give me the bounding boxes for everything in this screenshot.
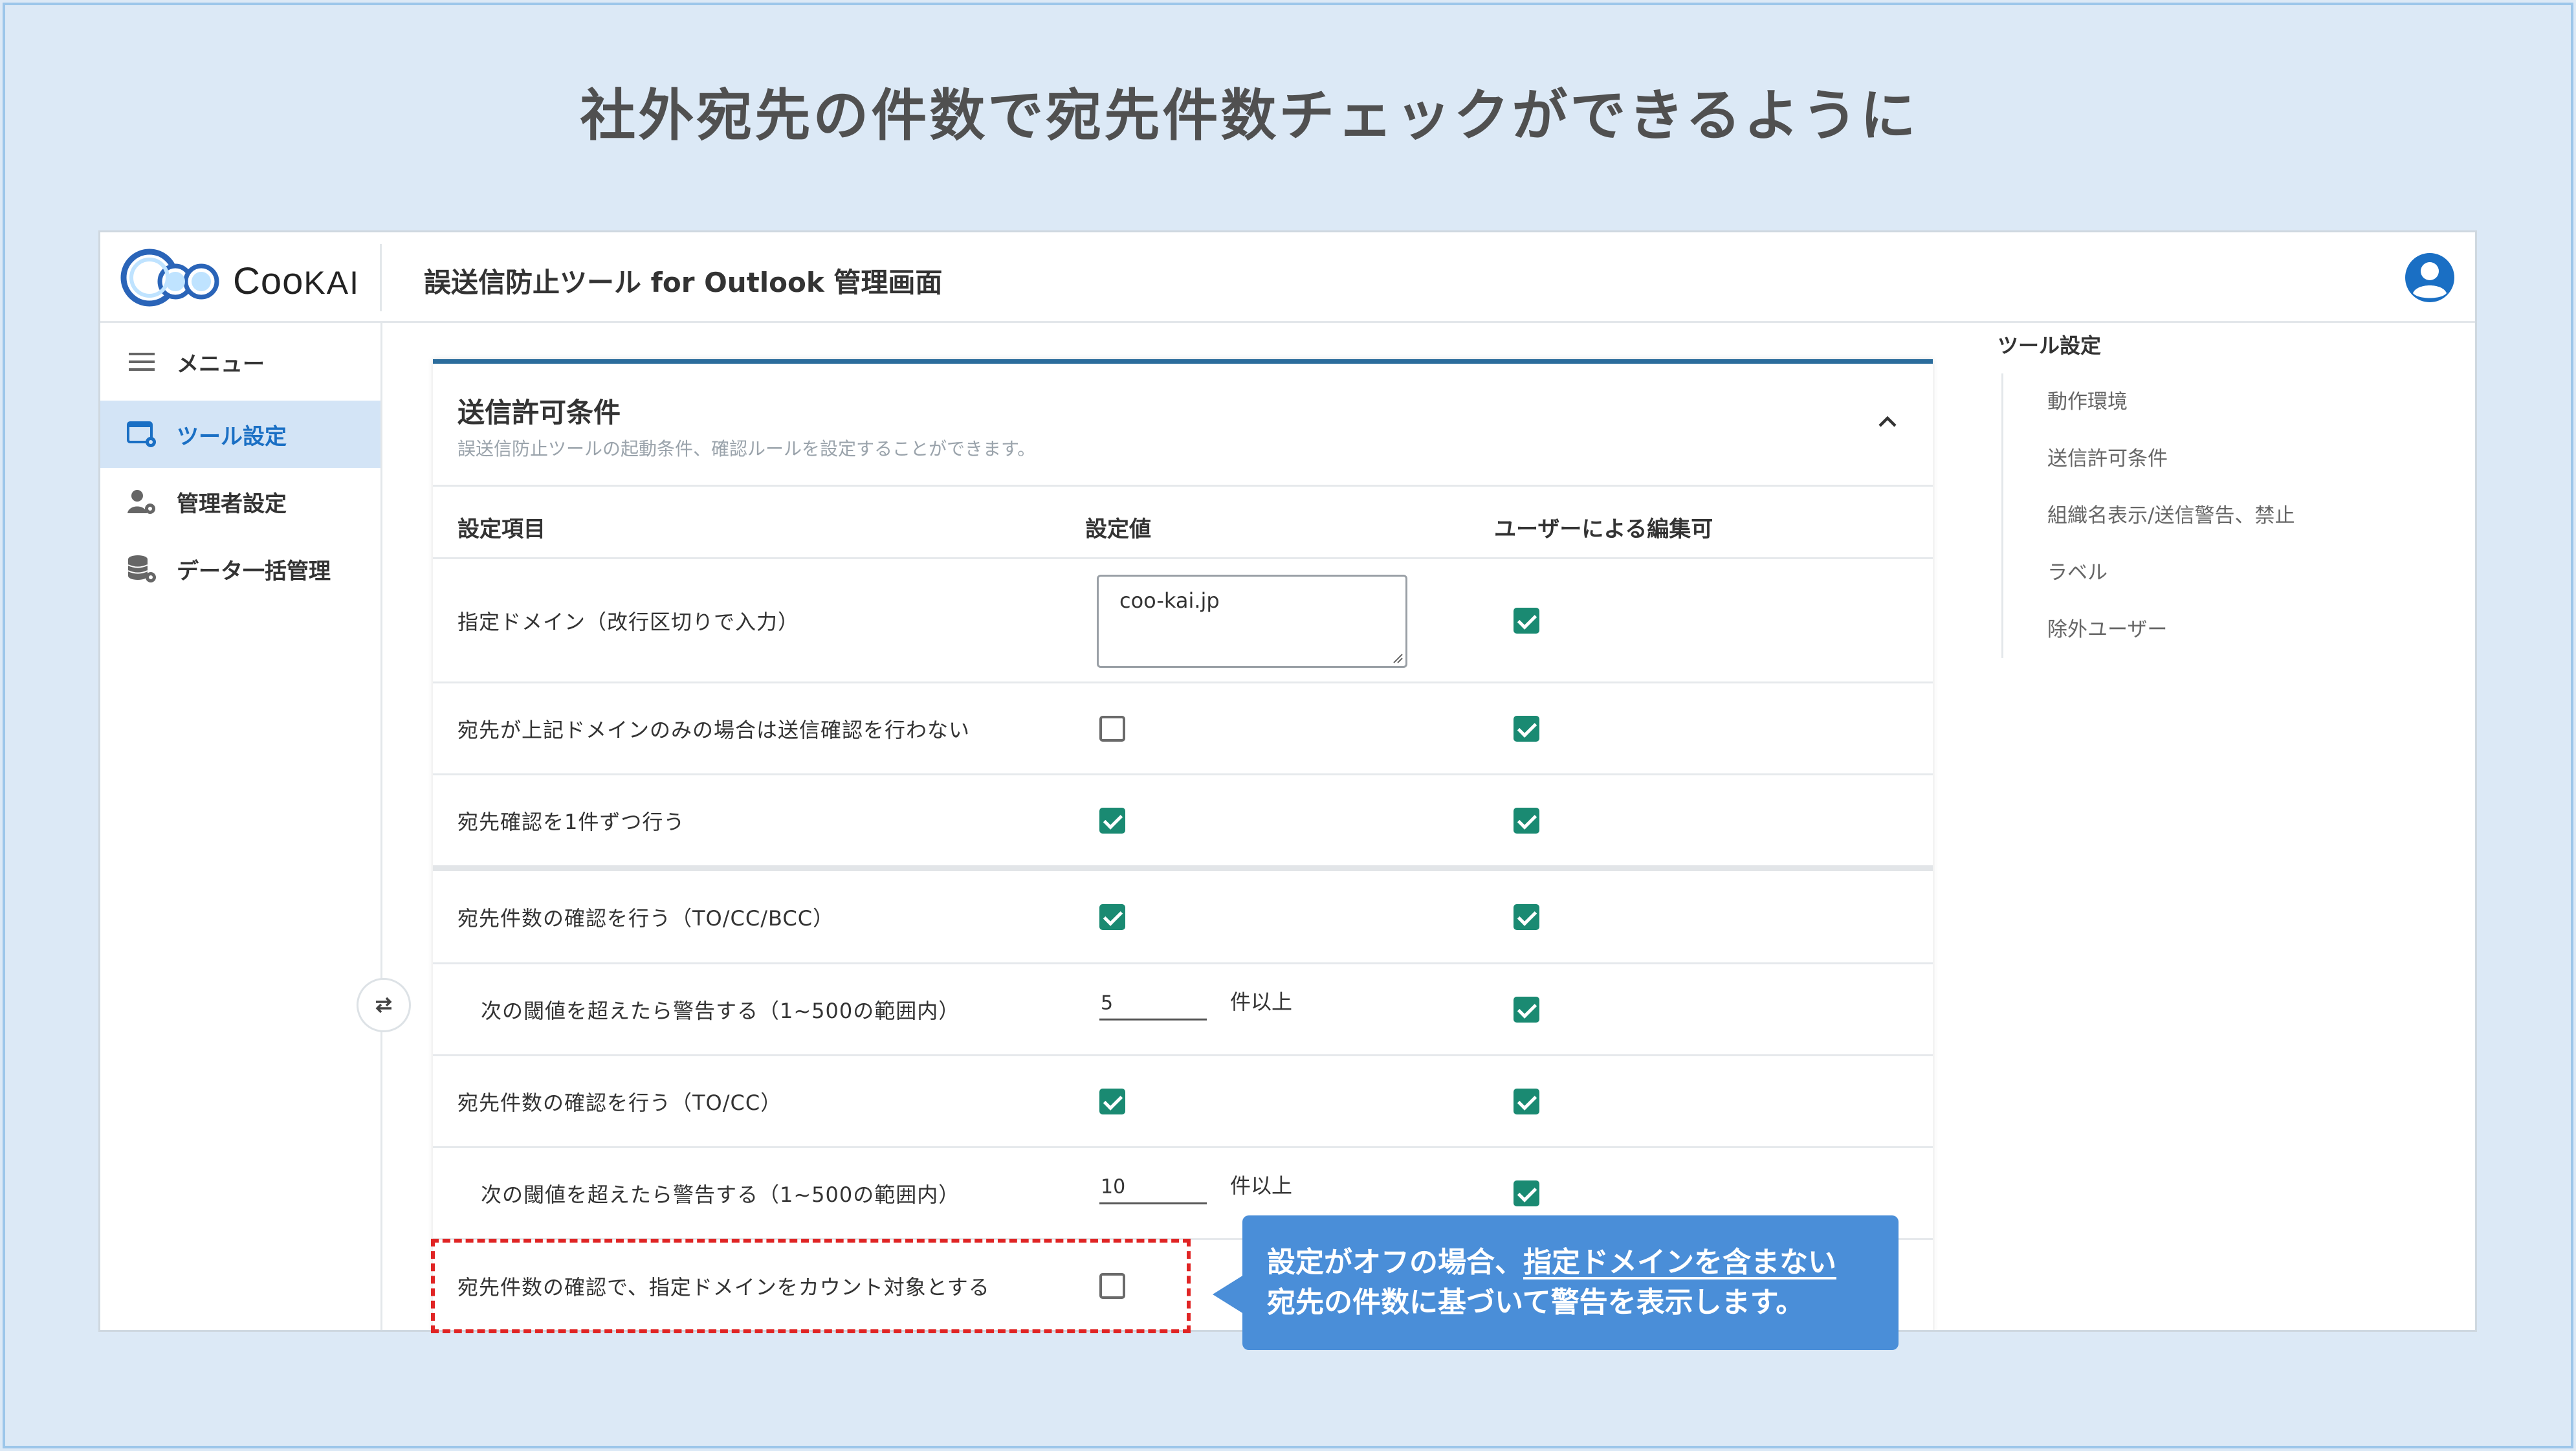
sidebar-item-bulk-data[interactable]: データ一括管理	[100, 535, 380, 603]
setting-checkbox[interactable]	[1099, 903, 1125, 930]
send-permission-card: 送信許可条件 誤送信防止ツールの起動条件、確認ルールを設定することができます。 …	[433, 359, 1933, 1330]
user-editable-checkbox[interactable]	[1514, 715, 1539, 742]
setting-label: 次の閾値を超えたら警告する（1~500の範囲内）	[481, 998, 960, 1023]
admin-settings-icon	[126, 486, 157, 517]
table-row: 宛先件数の確認を行う（TO/CC）	[433, 1056, 1933, 1148]
sidebar-item-label: データ一括管理	[177, 558, 331, 584]
highlight-dashed-box	[431, 1239, 1191, 1333]
setting-label: 宛先件数の確認を行う（TO/CC/BCC）	[457, 905, 835, 931]
card-header[interactable]: 送信許可条件 誤送信防止ツールの起動条件、確認ルールを設定することができます。	[433, 364, 1933, 487]
setting-checkbox[interactable]	[1099, 715, 1125, 742]
threshold-input-all[interactable]: 5	[1099, 991, 1207, 1021]
user-editable-checkbox[interactable]	[1514, 1088, 1539, 1114]
card-subtitle: 誤送信防止ツールの起動条件、確認ルールを設定することができます。	[457, 438, 1036, 460]
app-title: 誤送信防止ツール for Outlook 管理画面	[424, 267, 943, 298]
annotation-callout: 設定がオフの場合、指定ドメインを含まない 宛先の件数に基づいて警告を表示します。	[1242, 1215, 1899, 1350]
logo-wordmark: CooKAI	[233, 260, 360, 302]
menu-icon	[126, 346, 157, 377]
table-row: 宛先が上記ドメインのみの場合は送信確認を行わない	[433, 683, 1933, 775]
sidebar-item-tool-settings[interactable]: ツール設定	[100, 401, 380, 468]
setting-checkbox[interactable]	[1099, 807, 1125, 834]
user-editable-checkbox[interactable]	[1514, 607, 1539, 634]
table-row: 指定ドメイン（改行区切りで入力） coo-kai.jp	[433, 559, 1933, 683]
user-editable-checkbox[interactable]	[1514, 996, 1539, 1023]
threshold-input-to-cc[interactable]: 10	[1099, 1175, 1207, 1204]
domain-textarea[interactable]: coo-kai.jp	[1097, 575, 1407, 668]
threshold-suffix: 件以上	[1230, 989, 1293, 1014]
setting-checkbox[interactable]	[1099, 1088, 1125, 1114]
cookai-logo[interactable]: CooKAI	[120, 248, 443, 307]
sidebar-item-label: ツール設定	[177, 423, 287, 450]
setting-label: 宛先が上記ドメインのみの場合は送信確認を行わない	[457, 717, 971, 742]
slide-headline: 社外宛先の件数で宛先件数チェックができるように	[580, 83, 1919, 148]
resize-grip-icon[interactable]	[1391, 652, 1403, 663]
setting-label: 次の閾値を超えたら警告する（1~500の範囲内）	[481, 1182, 960, 1207]
sidebar-item-label: 管理者設定	[177, 491, 287, 517]
callout-line-2: 宛先の件数に基づいて警告を表示します。	[1267, 1286, 1805, 1319]
callout-pointer	[1213, 1275, 1244, 1314]
swap-arrows-icon	[375, 997, 392, 1013]
account-circle-icon[interactable]	[2404, 252, 2456, 304]
database-settings-icon	[126, 553, 157, 584]
table-row: 次の閾値を超えたら警告する（1~500の範囲内） 5 件以上	[433, 964, 1933, 1056]
table-row: 宛先件数の確認を行う（TO/CC/BCC）	[433, 871, 1933, 964]
chevron-up-icon[interactable]	[1875, 409, 1900, 435]
table-of-contents: ツール設定 動作環境 送信許可条件 組織名表示/送信警告、禁止 ラベル 除外ユー…	[1998, 329, 2450, 658]
cookai-logo-icon	[120, 249, 219, 307]
toc-list: 動作環境 送信許可条件 組織名表示/送信警告、禁止 ラベル 除外ユーザー	[2001, 373, 2450, 658]
tool-settings-icon	[126, 419, 157, 450]
column-header-value: 設定値	[1085, 516, 1151, 542]
callout-line-1: 設定がオフの場合、指定ドメインを含まない	[1267, 1246, 1836, 1279]
sidebar: メニュー ツール設定 管理者設定 データ一括管理	[100, 323, 382, 1330]
toc-title[interactable]: ツール設定	[1998, 329, 2450, 359]
header-divider	[380, 244, 382, 311]
sidebar-menu-label: メニュー	[177, 351, 265, 377]
column-header-user-editable: ユーザーによる編集可	[1494, 516, 1713, 542]
user-editable-checkbox[interactable]	[1514, 1180, 1539, 1206]
threshold-suffix: 件以上	[1230, 1173, 1293, 1198]
sidebar-menu-toggle[interactable]: メニュー	[100, 323, 380, 401]
card-title: 送信許可条件	[457, 397, 621, 428]
table-header: 設定項目 設定値 ユーザーによる編集可	[433, 487, 1933, 559]
app-header: CooKAI 誤送信防止ツール for Outlook 管理画面	[100, 232, 2475, 323]
sidebar-item-admin-settings[interactable]: 管理者設定	[100, 468, 380, 535]
table-row: 宛先確認を1件ずつ行う	[433, 775, 1933, 871]
user-editable-checkbox[interactable]	[1514, 903, 1539, 930]
toc-item[interactable]: 組織名表示/送信警告、禁止	[2047, 487, 2450, 544]
column-header-item: 設定項目	[457, 516, 545, 542]
toc-item[interactable]: 送信許可条件	[2047, 430, 2450, 487]
setting-label: 宛先確認を1件ずつ行う	[457, 809, 685, 834]
toc-item[interactable]: ラベル	[2047, 544, 2450, 601]
user-editable-checkbox[interactable]	[1514, 807, 1539, 834]
setting-label: 指定ドメイン（改行区切りで入力）	[457, 609, 800, 634]
toc-item[interactable]: 動作環境	[2047, 373, 2450, 430]
setting-label: 宛先件数の確認を行う（TO/CC）	[457, 1090, 782, 1115]
toc-item[interactable]: 除外ユーザー	[2047, 601, 2450, 658]
sidebar-collapse-button[interactable]	[357, 978, 411, 1032]
domain-textarea-value: coo-kai.jp	[1119, 588, 1220, 613]
admin-window: CooKAI 誤送信防止ツール for Outlook 管理画面 メニュー ツー…	[98, 230, 2477, 1332]
